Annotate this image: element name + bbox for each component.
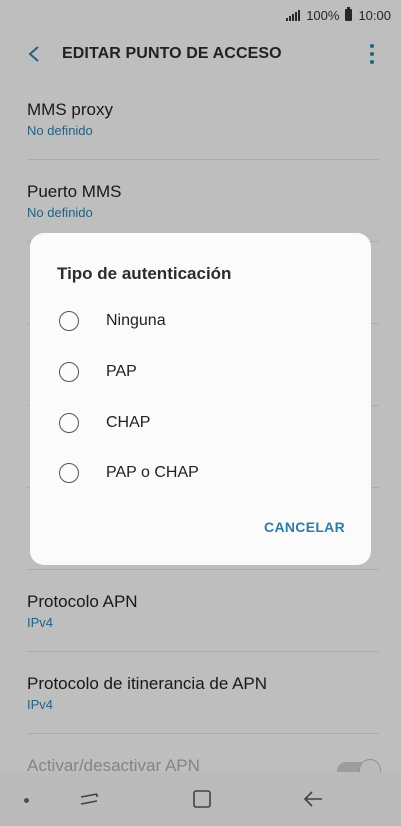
option-pap[interactable]: PAP	[59, 352, 349, 392]
option-label: CHAP	[106, 414, 151, 431]
option-none[interactable]: Ninguna	[59, 301, 349, 341]
radio-unchecked-icon[interactable]	[59, 362, 79, 382]
option-label: PAP	[106, 363, 137, 380]
auth-type-dialog: Tipo de autenticación Ninguna PAP CHAP P…	[30, 233, 371, 565]
cancel-button[interactable]: CANCELAR	[264, 519, 345, 535]
option-pap-or-chap[interactable]: PAP o CHAP	[59, 453, 349, 493]
option-chap[interactable]: CHAP	[59, 403, 349, 443]
radio-unchecked-icon[interactable]	[59, 463, 79, 483]
option-label: PAP o CHAP	[106, 464, 199, 481]
option-label: Ninguna	[106, 312, 166, 329]
radio-unchecked-icon[interactable]	[59, 311, 79, 331]
radio-unchecked-icon[interactable]	[59, 413, 79, 433]
dialog-title: Tipo de autenticación	[57, 264, 232, 283]
